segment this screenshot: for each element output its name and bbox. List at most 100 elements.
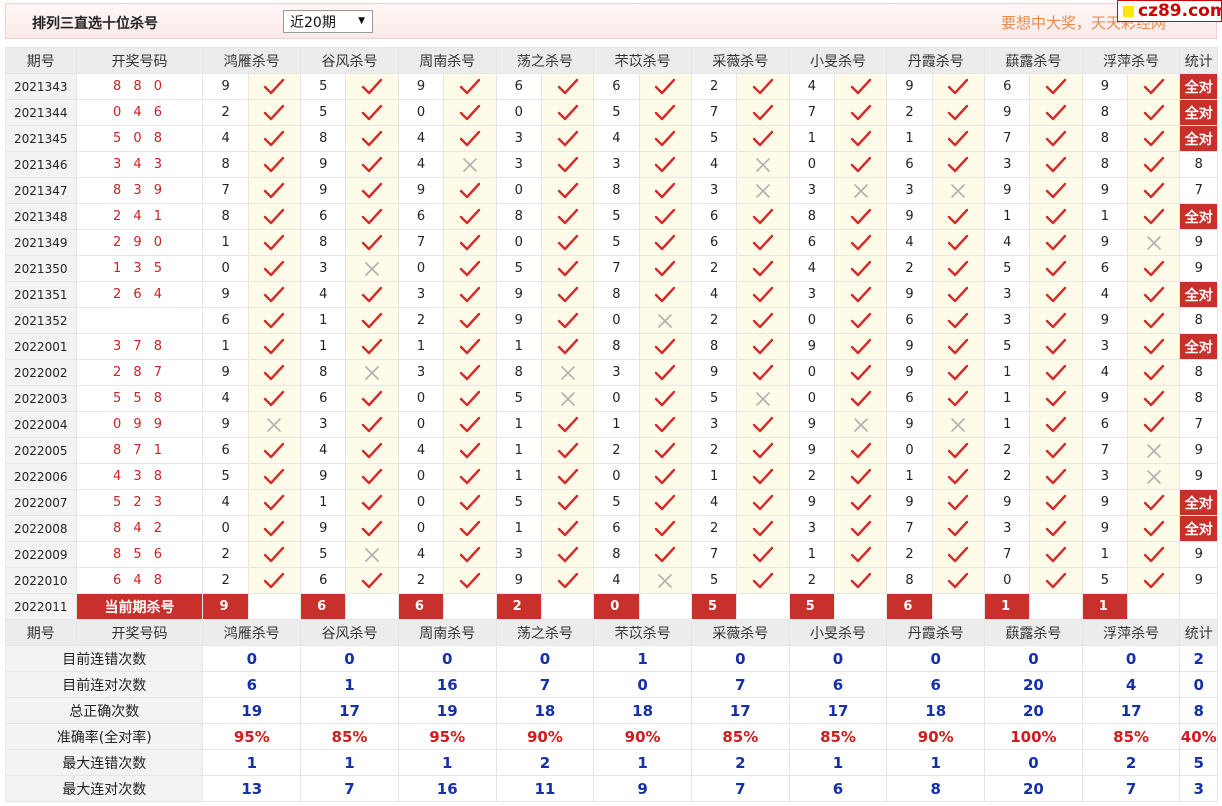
check-mark-icon (833, 333, 888, 360)
summary-value: 1 (886, 749, 986, 776)
kill-number-cell: 1 (202, 229, 249, 256)
draw-number-cell: 8 5 6 (75, 541, 204, 568)
kill-number-cell: 7 (984, 125, 1031, 152)
summary-value: 7 (300, 775, 399, 802)
stat-cell: 8 (1179, 307, 1218, 334)
period-cell: 2022005 (5, 437, 77, 464)
check-mark-icon (931, 385, 986, 412)
kill-number-cell: 3 (984, 151, 1031, 178)
kill-number-cell: 4 (1081, 359, 1129, 386)
kill-number-cell: 7 (593, 255, 640, 282)
current-kill-number: 6 (300, 593, 347, 620)
check-mark-icon (736, 541, 790, 568)
summary-value: 0 (984, 749, 1083, 776)
kill-number-cell: 2 (690, 73, 738, 100)
check-mark-icon (931, 73, 986, 100)
check-mark-icon (443, 281, 497, 308)
check-mark-icon (638, 359, 692, 386)
summary-value: 8 (886, 775, 986, 802)
check-mark-icon (833, 99, 888, 126)
summary-value: 1 (300, 671, 399, 698)
kill-number-cell: 9 (788, 437, 836, 464)
top-header-row: 期号 开奖号码 鸿雁杀号 谷风杀号 周南杀号 荡之杀号 芣苡杀号 采薇杀号 小旻杀号 丹霞杀号 蕻露… (5, 47, 1218, 74)
draw-number-cell: 5 2 3 (75, 489, 204, 516)
kill-number-cell: 5 (495, 255, 542, 282)
stat-cell: 8 (1179, 151, 1218, 178)
current-blank-cell (638, 593, 692, 620)
top-bar: 排列三直选十位杀号 近20期 ▼ 要想中大奖，天天彩经网 (5, 3, 1217, 39)
check-mark-icon (443, 567, 497, 594)
kill-number-cell: 1 (495, 411, 542, 438)
check-mark-icon (247, 177, 302, 204)
summary-value: 90% (495, 723, 595, 750)
check-mark-icon (247, 359, 302, 386)
summary-value: 13 (202, 775, 302, 802)
check-mark-icon (540, 463, 595, 490)
kill-number-cell: 2 (397, 307, 445, 334)
col-header-stat: 统计 (1179, 47, 1218, 74)
check-mark-icon (1029, 151, 1083, 178)
summary-value: 11 (495, 775, 595, 802)
kill-number-cell: 7 (397, 229, 445, 256)
site-badge[interactable]: cz89.com (1117, 0, 1222, 22)
check-mark-icon (345, 99, 399, 126)
cross-mark-icon (345, 359, 399, 386)
check-mark-icon (247, 567, 302, 594)
kill-number-cell: 1 (1081, 541, 1129, 568)
kill-number-cell: 9 (300, 463, 347, 490)
kill-number-cell: 9 (1081, 489, 1129, 516)
check-mark-icon (736, 463, 790, 490)
check-mark-icon (443, 515, 497, 542)
stat-cell: 全对 (1179, 99, 1218, 126)
kill-number-cell: 6 (593, 73, 640, 100)
stat-cell: 8 (1179, 359, 1218, 386)
cross-mark-icon (1127, 229, 1181, 256)
kill-number-cell: 7 (202, 177, 249, 204)
col-header-expert: 丹霞杀号 (886, 47, 986, 74)
kill-number-cell: 9 (984, 489, 1031, 516)
period-select[interactable]: 近20期 ▼ (283, 10, 373, 33)
cross-mark-icon (931, 411, 986, 438)
table-row: 2022010 6 4 826294528059 (5, 567, 1218, 594)
kill-number-cell: 6 (886, 385, 933, 412)
summary-value: 7 (690, 671, 790, 698)
kill-number-cell: 3 (690, 411, 738, 438)
check-mark-icon (345, 307, 399, 334)
check-mark-icon (931, 151, 986, 178)
kill-number-cell: 6 (690, 203, 738, 230)
table-row: 2021352 6 1 2 9 0 2 0 6 3 9 8 (5, 307, 1218, 334)
kill-number-cell: 2 (202, 567, 249, 594)
summary-value: 18 (593, 697, 692, 724)
check-mark-icon (1127, 125, 1181, 152)
kill-number-cell: 3 (593, 359, 640, 386)
check-mark-icon (345, 73, 399, 100)
kill-number-cell: 6 (300, 203, 347, 230)
kill-number-cell: 0 (397, 463, 445, 490)
cross-mark-icon (443, 151, 497, 178)
badge-square-icon (1123, 6, 1134, 17)
check-mark-icon (443, 307, 497, 334)
check-mark-icon (1029, 177, 1083, 204)
check-mark-icon (833, 359, 888, 386)
check-mark-icon (736, 203, 790, 230)
kill-number-cell: 1 (495, 515, 542, 542)
check-mark-icon (540, 541, 595, 568)
check-mark-icon (833, 437, 888, 464)
check-mark-icon (638, 281, 692, 308)
kill-number-cell: 0 (495, 229, 542, 256)
check-mark-icon (638, 489, 692, 516)
check-mark-icon (638, 385, 692, 412)
kill-number-cell: 9 (1081, 73, 1129, 100)
summary-value: 2 (495, 749, 595, 776)
summary-row: 最大连对次数 13 7 16 11 9 7 6 8 20 7 3 (4, 775, 1218, 802)
check-mark-icon (931, 463, 986, 490)
check-mark-icon (247, 125, 302, 152)
summary-value: 6 (886, 671, 986, 698)
table-row: 2021345 5 0 8 4 8 4 3 4 5 1 1 7 8 全对 (5, 125, 1218, 152)
check-mark-icon (833, 489, 888, 516)
check-mark-icon (1127, 203, 1181, 230)
kill-number-cell: 1 (886, 125, 933, 152)
kill-number-cell: 3 (495, 125, 542, 152)
table-row: 2022002 2 8 798383909148 (5, 359, 1218, 386)
kill-number-cell: 5 (690, 567, 738, 594)
